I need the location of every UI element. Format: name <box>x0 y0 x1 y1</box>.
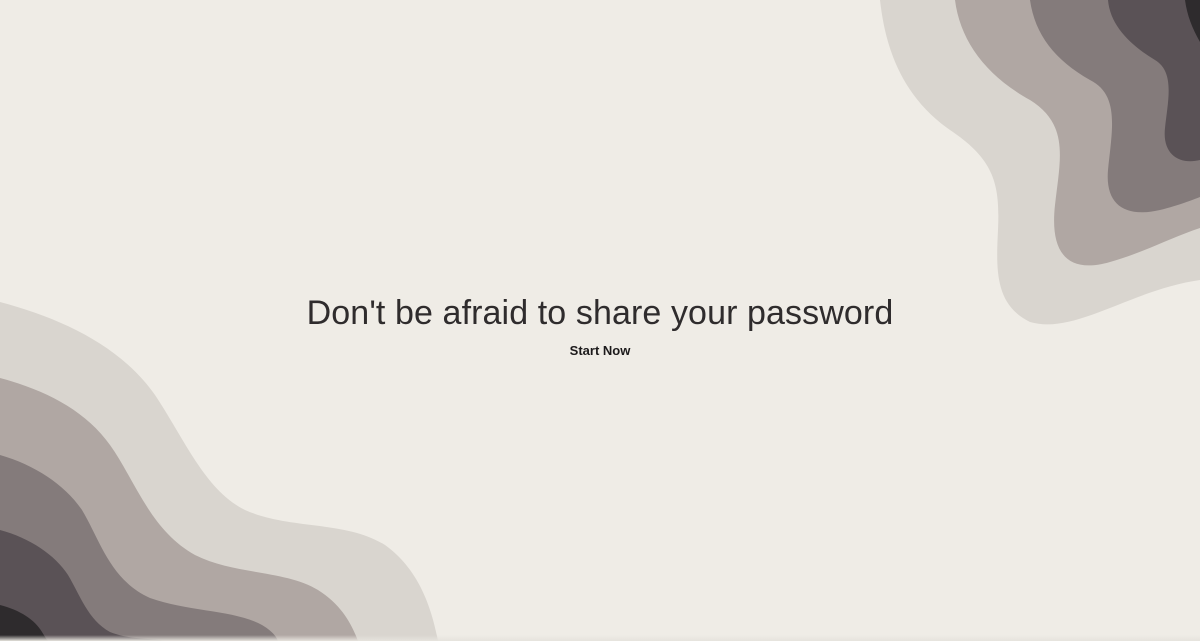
bottom-edge-shade <box>0 635 1200 641</box>
top-right-waves <box>880 0 1200 325</box>
hero-section: Don't be afraid to share your password S… <box>0 290 1200 360</box>
start-now-button[interactable]: Start Now <box>570 342 631 360</box>
hero-headline: Don't be afraid to share your password <box>306 294 894 332</box>
landing-page: Don't be afraid to share your password S… <box>0 0 1200 641</box>
